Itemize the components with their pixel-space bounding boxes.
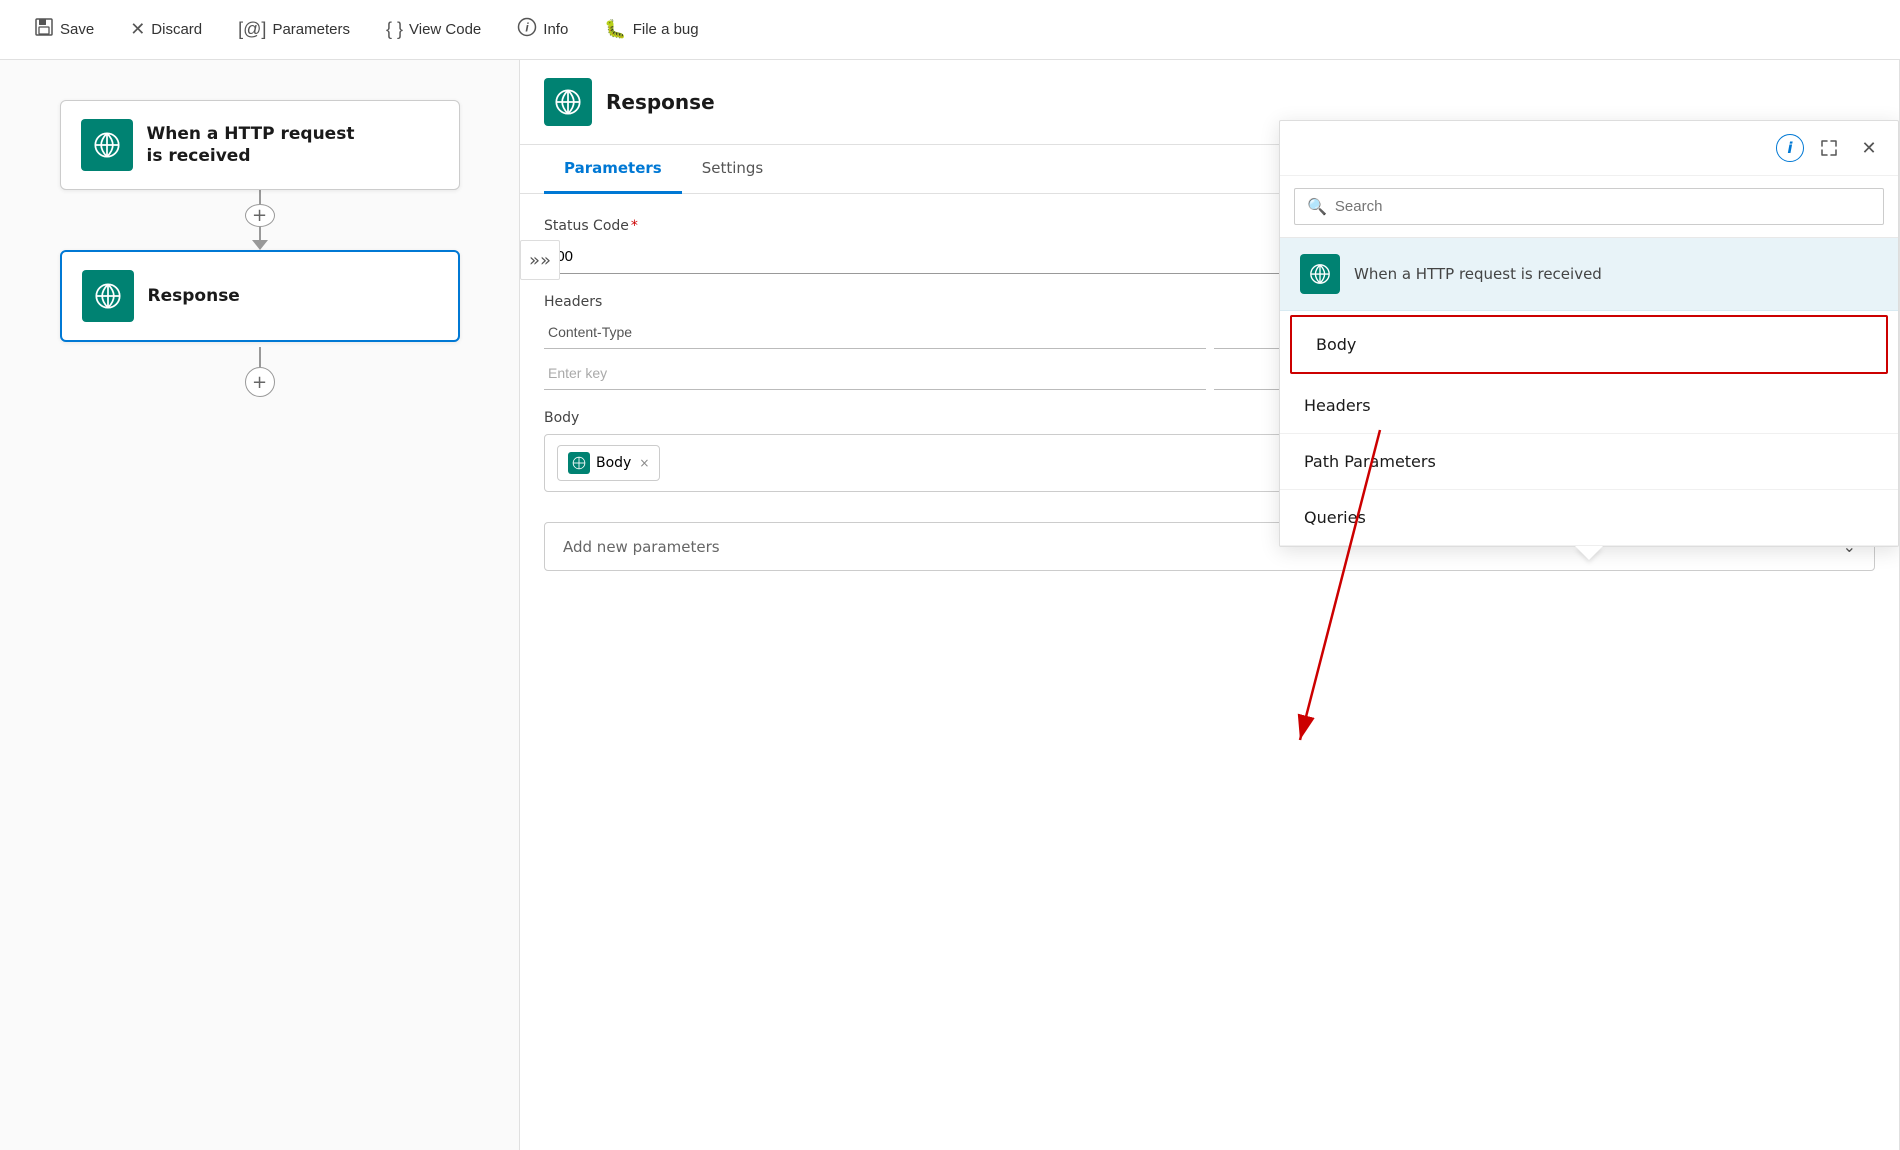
discard-icon: ✕ xyxy=(130,19,145,40)
discard-button[interactable]: ✕ Discard xyxy=(116,13,216,46)
dropdown-expand-button[interactable] xyxy=(1814,133,1844,163)
info-button[interactable]: i Info xyxy=(503,11,582,48)
dropdown-caret xyxy=(1575,546,1603,560)
trigger-icon xyxy=(1300,254,1340,294)
body-token-label: Body xyxy=(596,455,631,471)
dropdown-option-body[interactable]: Body xyxy=(1290,315,1888,374)
tab-parameters[interactable]: Parameters xyxy=(544,145,682,194)
main-area: When a HTTP request is received + xyxy=(0,60,1900,1150)
dropdown-option-headers[interactable]: Headers xyxy=(1280,378,1898,434)
svg-text:i: i xyxy=(526,21,530,35)
connector-2: + xyxy=(245,342,275,402)
connector-line-3 xyxy=(259,347,261,367)
dropdown-option-path-params[interactable]: Path Parameters xyxy=(1280,434,1898,490)
http-request-icon xyxy=(81,119,133,171)
search-input[interactable] xyxy=(1335,198,1871,215)
bug-icon: 🐛 xyxy=(604,19,626,40)
file-bug-button[interactable]: 🐛 File a bug xyxy=(590,13,712,46)
file-bug-label: File a bug xyxy=(633,21,699,38)
headers-content-type-input[interactable] xyxy=(544,316,1206,349)
http-request-node[interactable]: When a HTTP request is received xyxy=(60,100,460,190)
info-letter: i xyxy=(1787,139,1792,157)
body-token[interactable]: Body × xyxy=(557,445,660,481)
required-star: * xyxy=(631,218,638,234)
save-label: Save xyxy=(60,21,94,38)
tab-settings[interactable]: Settings xyxy=(682,145,784,194)
info-icon: i xyxy=(517,17,537,42)
dropdown-search: 🔍 xyxy=(1280,176,1898,238)
response-panel: Response Parameters Settings Status Code… xyxy=(520,60,1900,1150)
save-icon xyxy=(34,17,54,42)
queries-option-label: Queries xyxy=(1304,508,1366,527)
dropdown-option-queries[interactable]: Queries xyxy=(1280,490,1898,546)
info-label: Info xyxy=(543,21,568,38)
view-code-label: View Code xyxy=(409,21,481,38)
view-code-button[interactable]: { } View Code xyxy=(372,13,495,46)
toolbar: Save ✕ Discard [@] Parameters { } View C… xyxy=(0,0,1900,60)
connector-line-2 xyxy=(259,227,261,241)
close-icon: ✕ xyxy=(1861,138,1876,159)
dropdown-panel: i ✕ 🔍 xyxy=(1279,120,1899,547)
search-wrapper: 🔍 xyxy=(1294,188,1884,225)
response-header-icon xyxy=(544,78,592,126)
path-params-option-label: Path Parameters xyxy=(1304,452,1436,471)
add-step-button-1[interactable]: + xyxy=(245,204,275,227)
response-node[interactable]: Response xyxy=(60,250,460,342)
expand-arrow[interactable]: »» xyxy=(520,240,560,280)
discard-label: Discard xyxy=(151,21,202,38)
parameters-label: Parameters xyxy=(272,21,350,38)
headers-key-input[interactable] xyxy=(544,357,1206,390)
connector-line-1 xyxy=(259,190,261,204)
dropdown-close-button[interactable]: ✕ xyxy=(1854,133,1884,163)
trigger-label: When a HTTP request is received xyxy=(1354,265,1602,283)
search-icon: 🔍 xyxy=(1307,197,1327,216)
save-button[interactable]: Save xyxy=(20,11,108,48)
body-token-close[interactable]: × xyxy=(639,456,649,470)
add-step-button-2[interactable]: + xyxy=(245,367,275,397)
parameters-icon: [@] xyxy=(238,19,266,40)
body-option-label: Body xyxy=(1316,335,1356,354)
response-panel-title: Response xyxy=(606,90,715,114)
connector-1: + xyxy=(245,190,275,250)
parameters-button[interactable]: [@] Parameters xyxy=(224,13,364,46)
response-node-icon xyxy=(82,270,134,322)
http-request-title: When a HTTP request is received xyxy=(147,123,355,167)
response-node-title: Response xyxy=(148,285,240,307)
view-code-icon: { } xyxy=(386,19,403,40)
headers-option-label: Headers xyxy=(1304,396,1371,415)
dropdown-trigger-item[interactable]: When a HTTP request is received xyxy=(1280,238,1898,311)
dropdown-header: i ✕ xyxy=(1280,121,1898,176)
body-token-icon xyxy=(568,452,590,474)
flow-canvas: When a HTTP request is received + xyxy=(0,60,520,1150)
dropdown-info-button[interactable]: i xyxy=(1776,134,1804,162)
add-params-label: Add new parameters xyxy=(563,538,720,556)
